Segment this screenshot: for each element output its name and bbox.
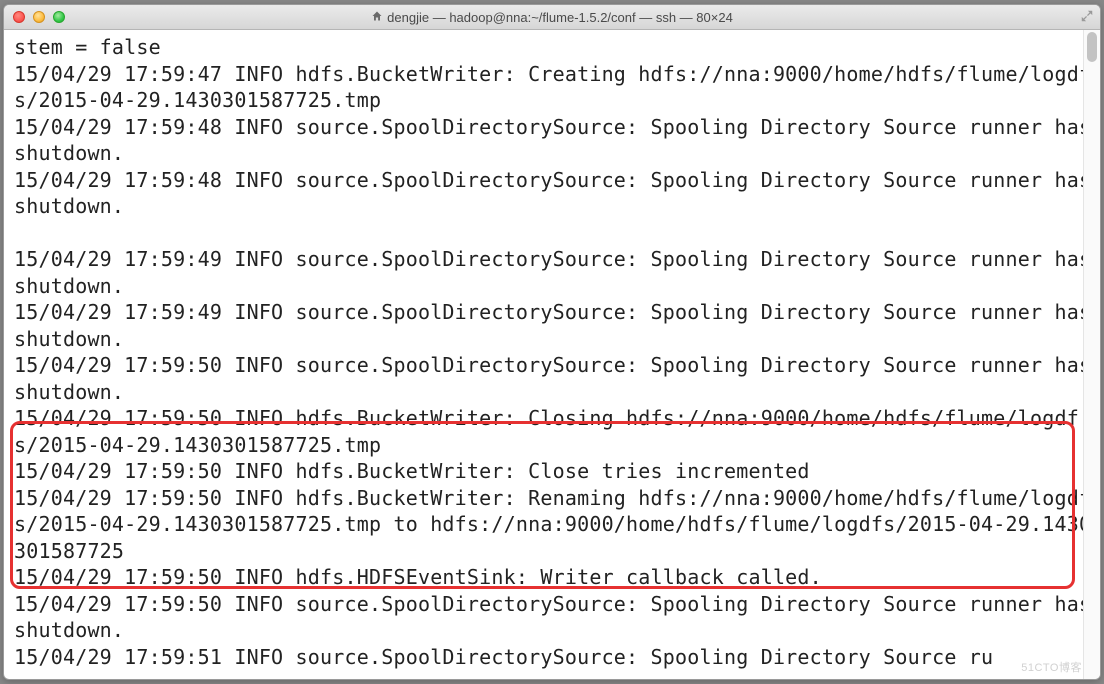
scrollbar-track[interactable]: [1083, 30, 1100, 679]
window-title-text: dengjie — hadoop@nna:~/flume-1.5.2/conf …: [387, 10, 733, 25]
window-controls: [4, 11, 65, 23]
maximize-button[interactable]: [53, 11, 65, 23]
terminal-viewport[interactable]: stem = false 15/04/29 17:59:47 INFO hdfs…: [4, 30, 1100, 679]
close-button[interactable]: [13, 11, 25, 23]
scrollbar-thumb[interactable]: [1087, 32, 1097, 62]
titlebar: dengjie — hadoop@nna:~/flume-1.5.2/conf …: [4, 5, 1100, 30]
fullscreen-icon[interactable]: [1080, 9, 1094, 23]
terminal-window: dengjie — hadoop@nna:~/flume-1.5.2/conf …: [3, 4, 1101, 680]
home-icon: [371, 10, 383, 25]
terminal-output: stem = false 15/04/29 17:59:47 INFO hdfs…: [4, 30, 1100, 674]
window-title: dengjie — hadoop@nna:~/flume-1.5.2/conf …: [4, 10, 1100, 25]
minimize-button[interactable]: [33, 11, 45, 23]
